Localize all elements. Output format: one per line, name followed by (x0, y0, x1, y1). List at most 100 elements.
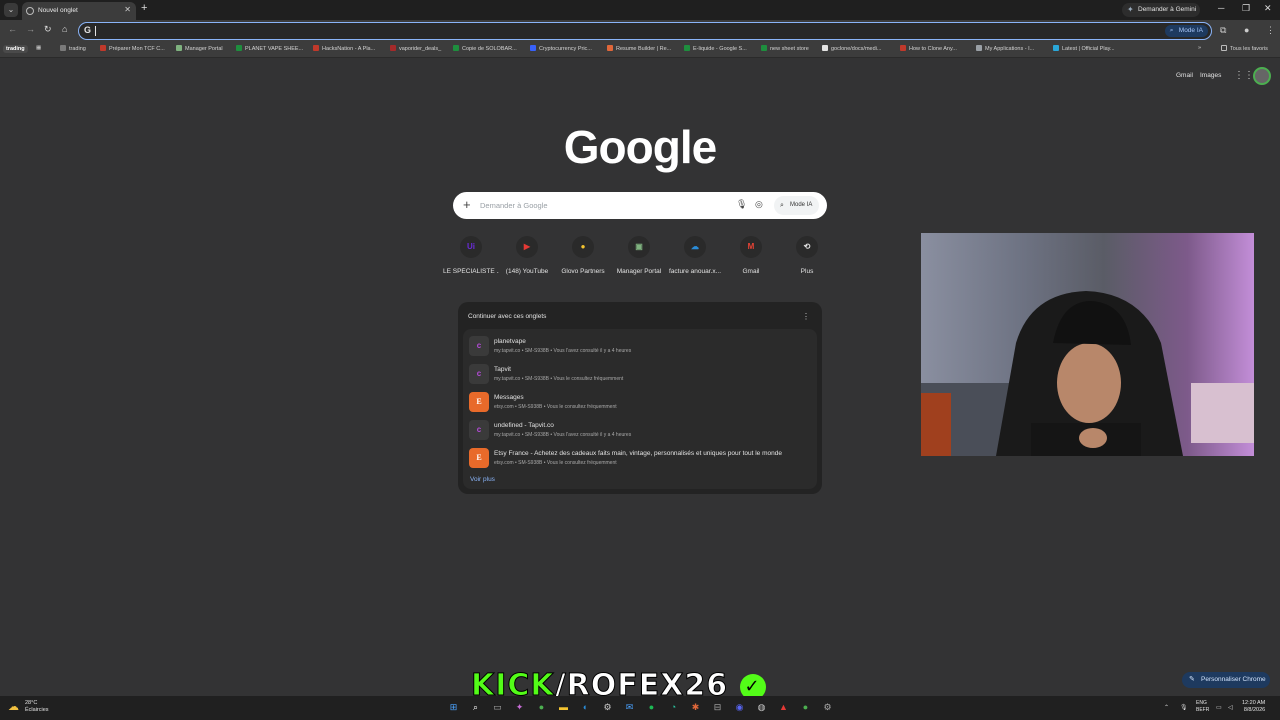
omnibox-mode-ia-button[interactable]: ⌕ Mode IA (1164, 24, 1208, 37)
customize-chrome-button[interactable]: ✎ Personnaliser Chrome (1182, 672, 1270, 688)
mail-icon[interactable]: ✉ (623, 701, 636, 714)
bookmark-item[interactable]: HacksNation - A Pla... (313, 45, 375, 52)
edge-icon[interactable]: ◐ (579, 701, 592, 714)
weather-temp: 28°C (25, 700, 38, 706)
shortcut-tile[interactable]: ▣ Manager Portal (611, 236, 667, 275)
search-mode-ia-button[interactable]: ⌕ Mode IA (774, 196, 819, 215)
minimize-button[interactable]: ─ (1218, 3, 1224, 13)
volume-icon[interactable]: ◁ (1228, 704, 1233, 711)
bookmark-item[interactable]: new sheet store (761, 45, 809, 52)
images-link[interactable]: Images (1200, 72, 1221, 79)
search-box[interactable]: + Demander à Google 🎙 ◎ ⌕ Mode IA (453, 192, 827, 219)
app-icon[interactable]: ✱ (689, 701, 702, 714)
list-item[interactable]: c Tapvit my.tapvit.co • SM-S938B • Vous le… (466, 361, 814, 387)
discord-icon[interactable]: ◉ (733, 701, 746, 714)
see-more-link[interactable]: Voir plus (470, 476, 495, 483)
google-apps-icon[interactable]: ⋮⋮ (1234, 70, 1254, 81)
bookmark-item[interactable]: Copie de SOLOBAR... (453, 45, 517, 52)
glovo-icon: ● (572, 236, 594, 258)
home-button[interactable]: ⌂ (62, 24, 67, 34)
shortcut-tile[interactable]: Ui LE SPÉCIALISTE ... (443, 236, 499, 275)
list-item[interactable]: c planetvape my.tapvit.co • SM-S938B • Vou… (466, 333, 814, 359)
kebab-menu-icon[interactable]: ⋮ (802, 312, 810, 321)
mic-icon[interactable]: 🎙 (736, 199, 747, 210)
bookmark-item[interactable]: E-liquide - Google S... (684, 45, 747, 52)
keyboard-layout: BEFR (1196, 707, 1210, 713)
shortcut-tile[interactable]: M Gmail (723, 236, 779, 275)
extensions-icon[interactable]: ⧉ (1220, 25, 1226, 36)
reload-button[interactable]: ↻ (44, 24, 52, 35)
app-icon[interactable]: ◔ (667, 701, 680, 714)
chrome-alt-icon[interactable]: ● (799, 701, 812, 714)
app-icon[interactable]: ⊟ (711, 701, 724, 714)
search-icon[interactable]: ⌕ (469, 701, 482, 714)
bookmark-item[interactable]: PLANET VAPE SHEE... (236, 45, 303, 52)
shortcut-label: LE SPÉCIALISTE ... (443, 268, 499, 275)
bookmark-item[interactable]: Resume Builder | Re... (607, 45, 671, 52)
bookmark-item[interactable]: trading (60, 45, 86, 52)
add-icon[interactable]: + (463, 197, 471, 212)
bookmark-item[interactable]: Préparer Mon TCF C... (100, 45, 165, 52)
all-bookmarks[interactable]: Tous les favoris (1221, 45, 1268, 52)
app-icon[interactable]: ▲ (777, 701, 790, 714)
bookmark-item[interactable]: Manager Portal (176, 45, 223, 52)
language-indicator[interactable]: ENG BEFR (1196, 700, 1209, 714)
mic-tray-icon[interactable]: 🎙 (1180, 704, 1188, 711)
shortcut-tile[interactable]: ☁ facture anouar.x... (667, 236, 723, 275)
tab-meta: my.tapvit.co • SM-S938B • Vous le consul… (494, 376, 624, 382)
tray-overflow-icon[interactable]: ⌃ (1164, 704, 1169, 711)
bookmarks-overflow-icon[interactable]: » (1198, 45, 1201, 51)
copilot-icon[interactable]: ✦ (513, 701, 526, 714)
close-window-button[interactable]: ✕ (1264, 3, 1272, 14)
tab-name: undefined - Tapvit.co (494, 422, 554, 429)
gmail-link[interactable]: Gmail (1176, 72, 1193, 79)
shortcut-tile[interactable]: ● Glovo Partners (555, 236, 611, 275)
bookmark-favicon-icon (1053, 45, 1059, 51)
gemini-button[interactable]: ✦ Demander à Gemini (1122, 3, 1200, 17)
settings-icon[interactable]: ⚙ (601, 701, 614, 714)
shortcut-tile[interactable]: ⟲ Plus (779, 236, 835, 275)
list-item[interactable]: E Messages etsy.com • SM-S938B • Vous le c… (466, 389, 814, 415)
bookmark-item[interactable]: goclone/docs/medi... (822, 45, 881, 52)
bookmark-item[interactable]: Cryptocurrency Pric... (530, 45, 592, 52)
profile-icon[interactable]: ● (1244, 25, 1249, 35)
task-view-icon[interactable]: ▭ (491, 701, 504, 714)
start-icon[interactable]: ⊞ (447, 701, 460, 714)
spotify-icon[interactable]: ● (645, 701, 658, 714)
tab-search-button[interactable]: ⌄ (4, 3, 18, 17)
search-input[interactable]: Demander à Google (480, 201, 548, 210)
avatar[interactable] (1253, 67, 1271, 85)
file-explorer-icon[interactable]: ▬ (557, 701, 570, 714)
google-logo: Google (563, 121, 717, 173)
bookmark-item[interactable]: vaporider_deals_ (390, 45, 441, 52)
back-button[interactable]: ← (8, 24, 17, 34)
chrome-taskbar-icon[interactable]: ● (535, 701, 548, 714)
maximize-button[interactable]: ❐ (1242, 3, 1250, 14)
bookmark-item[interactable]: My Applications - I... (976, 45, 1034, 52)
monitor-icon[interactable]: ▭ (1216, 704, 1222, 711)
weather-condition: Éclaircies (25, 707, 49, 713)
bookmark-item[interactable]: Latest | Official Play... (1053, 45, 1115, 52)
list-item[interactable]: E Etsy France - Achetez des cadeaux faits… (466, 445, 814, 471)
more-icon: ⟲ (796, 236, 818, 258)
clock[interactable]: 12:20 AM 8/8/2026 (1242, 700, 1265, 714)
menu-icon[interactable]: ⋮ (1266, 25, 1275, 36)
close-icon[interactable]: ✕ (124, 5, 131, 14)
weather-icon[interactable]: ☁ (8, 700, 19, 713)
card-title: Continuer avec ces onglets (468, 313, 547, 320)
settings-alt-icon[interactable]: ⚙ (821, 701, 834, 714)
bookmark-favicon-icon (976, 45, 982, 51)
forward-button[interactable]: → (26, 24, 35, 34)
lens-icon[interactable]: ◎ (755, 199, 763, 210)
weather-widget[interactable]: 28°C Éclaircies (25, 700, 49, 714)
list-item[interactable]: c undefined - Tapvit.co my.tapvit.co • SM-… (466, 417, 814, 443)
tab-new-tab[interactable]: Nouvel onglet ✕ (22, 2, 136, 20)
address-bar[interactable]: G ⌕ Mode IA (78, 22, 1212, 40)
bookmark-item[interactable]: How to Clone Any... (900, 45, 957, 52)
new-tab-button[interactable]: + (141, 2, 147, 14)
obs-icon[interactable]: ◍ (755, 701, 768, 714)
shortcut-icon: Ui (460, 236, 482, 258)
shortcut-tile[interactable]: ▶ (148) YouTube (499, 236, 555, 275)
bookmark-trading-folder[interactable]: trading (3, 45, 28, 53)
apps-grid-icon[interactable]: ▦ (36, 45, 41, 51)
